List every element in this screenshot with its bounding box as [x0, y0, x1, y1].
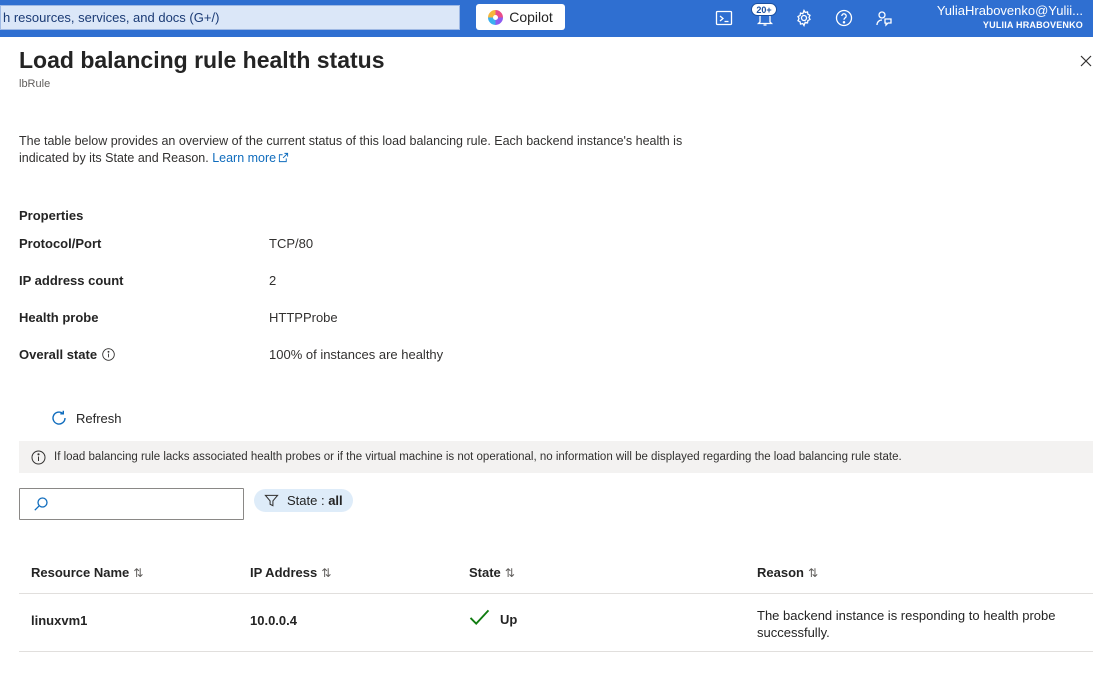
user-email: YuliaHrabovenko@Yulii...: [936, 3, 1083, 18]
help-icon[interactable]: [834, 8, 854, 28]
copilot-icon: [488, 9, 504, 25]
sort-icon: ⇅: [321, 565, 332, 580]
learn-more-link[interactable]: Learn more: [212, 151, 289, 165]
checkmark-icon: [469, 609, 490, 625]
property-row-health-probe: Health probe HTTPProbe: [19, 310, 619, 328]
close-icon[interactable]: [1078, 53, 1093, 69]
property-value: TCP/80: [269, 236, 314, 251]
property-row-overall-state: Overall state 100% of instances are heal…: [19, 347, 619, 365]
properties-heading: Properties: [19, 208, 84, 223]
feedback-icon[interactable]: [874, 8, 894, 28]
state-filter-pill[interactable]: State : all: [254, 489, 353, 512]
property-label: Health probe: [19, 310, 99, 325]
sort-icon: ⇅: [807, 565, 819, 580]
info-icon[interactable]: [102, 348, 115, 361]
state-filter-label: State : all: [287, 493, 343, 508]
column-header-ip-address[interactable]: IP Address ⇅: [250, 565, 331, 580]
column-header-state[interactable]: State ⇅: [469, 565, 515, 580]
description-text: The table below provides an overview of …: [19, 133, 719, 167]
copilot-button[interactable]: Copilot: [476, 4, 565, 30]
table-header-row: Resource Name ⇅ IP Address ⇅ State ⇅ Reason…: [19, 556, 1093, 594]
cell-resource-name: linuxvm1: [31, 613, 88, 628]
notification-count-badge: 20+: [751, 3, 777, 16]
cell-state: Up: [469, 607, 517, 627]
column-header-resource-name[interactable]: Resource Name ⇅: [31, 565, 143, 580]
sort-icon: ⇅: [504, 565, 515, 580]
table-row[interactable]: linuxvm1 10.0.0.4 Up The backend instanc…: [19, 595, 1093, 652]
page-title: Load balancing rule health status: [19, 47, 385, 73]
copilot-label: Copilot: [509, 9, 553, 25]
refresh-button[interactable]: Refresh: [50, 409, 122, 427]
refresh-label: Refresh: [76, 410, 122, 426]
property-label-overall-state: Overall state: [19, 347, 115, 362]
property-row-protocol-port: Protocol/Port TCP/80: [19, 236, 619, 254]
top-navigation-bar: h resources, services, and docs (G+/) Co…: [0, 0, 1093, 37]
info-message-text: If load balancing rule lacks associated …: [54, 451, 902, 463]
property-label: Protocol/Port: [19, 236, 102, 251]
user-tenant: YULIIA HRABOVENKO: [982, 20, 1083, 30]
cell-ip-address: 10.0.0.4: [250, 613, 297, 628]
settings-icon[interactable]: [794, 8, 814, 28]
table-search-input[interactable]: [55, 490, 243, 518]
search-icon: [34, 497, 48, 511]
property-row-ip-address-count: IP address count 2: [19, 273, 619, 291]
state-text: Up: [500, 612, 518, 627]
property-label: IP address count: [19, 273, 124, 288]
account-menu[interactable]: YuliaHrabovenko@Yulii... YULIIA HRABOVEN…: [937, 3, 1083, 31]
page-subtitle: lbRule: [19, 78, 51, 90]
external-link-icon: [279, 152, 289, 163]
property-value: 2: [269, 273, 277, 288]
property-value: HTTPProbe: [269, 310, 338, 325]
column-header-reason[interactable]: Reason ⇅: [757, 565, 818, 580]
property-value: 100% of instances are healthy: [269, 347, 444, 362]
info-icon: [31, 450, 46, 464]
filter-icon: [264, 494, 279, 507]
info-message-bar: If load balancing rule lacks associated …: [19, 441, 1093, 473]
property-label-text: Overall state: [19, 347, 98, 362]
cell-reason: The backend instance is responding to he…: [757, 608, 1056, 640]
table-search-box[interactable]: [19, 488, 244, 520]
sort-icon: ⇅: [133, 565, 144, 580]
global-search-input[interactable]: h resources, services, and docs (G+/): [0, 5, 460, 30]
cloud-shell-icon[interactable]: [714, 8, 734, 28]
description-body: The table below provides an overview of …: [19, 134, 683, 165]
refresh-icon: [52, 410, 66, 425]
